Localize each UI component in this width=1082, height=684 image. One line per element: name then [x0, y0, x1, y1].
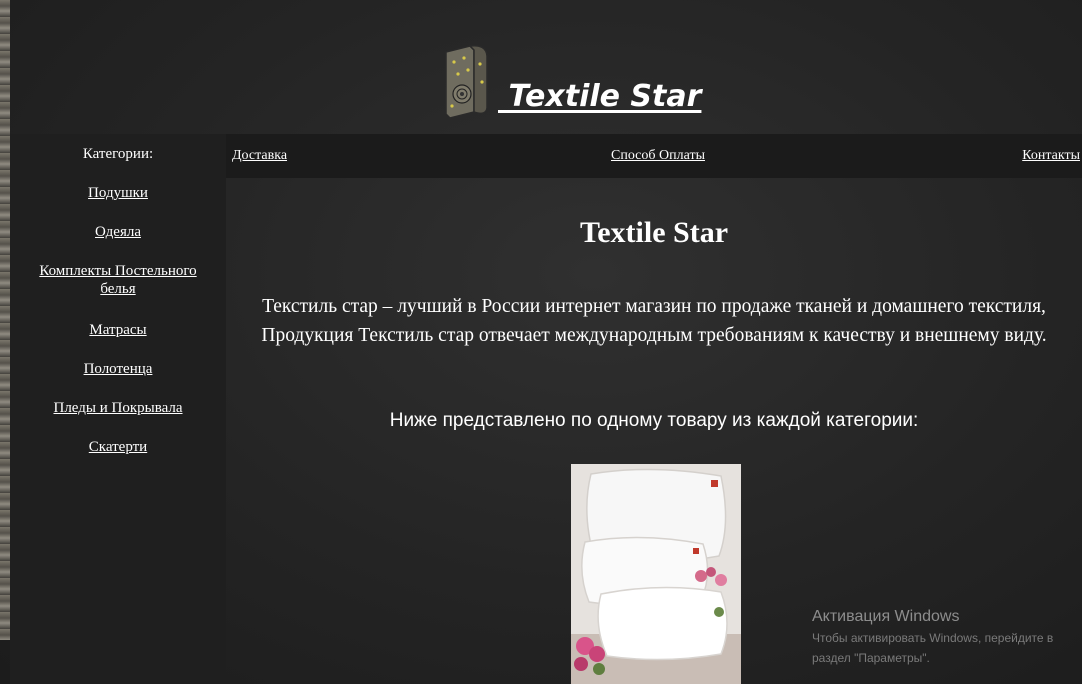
sidebar-item-bedding-sets[interactable]: Комплекты Постельного белья: [10, 262, 226, 298]
sidebar-item-blankets[interactable]: Одеяла: [10, 223, 226, 241]
pillows-illustration: [571, 464, 741, 684]
sidebar-title: Категории:: [82, 146, 154, 162]
watermark-line: Чтобы активировать Windows, перейдите в: [812, 631, 1054, 645]
top-nav: Доставка Способ Оплаты Контакты: [226, 134, 1082, 178]
nav-link-payment[interactable]: Способ Оплаты: [611, 148, 705, 164]
sidebar-item-tablecloths[interactable]: Скатерти: [10, 438, 226, 456]
sidebar-item-label: белья: [100, 281, 136, 297]
watermark-title: Активация Windows: [812, 608, 960, 625]
nav-link-contacts[interactable]: Контакты: [1022, 148, 1080, 164]
products-subheading: Ниже представлено по одному товару из ка…: [389, 410, 919, 431]
sidebar-item-plaids[interactable]: Пледы и Покрывала: [10, 399, 226, 417]
sidebar-item-label: Комплекты Постельного: [39, 263, 197, 279]
logo-link[interactable]: Textile Star: [440, 38, 701, 120]
sidebar-item-pillows[interactable]: Подушки: [10, 184, 226, 202]
intro-line: Продукция Текстиль стар отвечает междуна…: [261, 325, 1047, 346]
site-header: Textile Star: [0, 0, 1082, 132]
intro-line: Текстиль стар – лучший в России интернет…: [262, 296, 1046, 317]
pillows-product-image[interactable]: [571, 464, 741, 684]
page-title: Textile Star: [579, 216, 729, 249]
watermark-line: раздел "Параметры".: [812, 651, 930, 665]
category-sidebar: Категории: Подушки Одеяла Комплекты Пост…: [10, 134, 226, 684]
fabric-roll-icon: [445, 44, 488, 119]
intro-text: Текстиль стар – лучший в России интернет…: [226, 292, 1082, 350]
sidebar-item-mattresses[interactable]: Матрасы: [10, 321, 226, 339]
windows-activation-watermark: Активация Windows Чтобы активировать Win…: [812, 606, 1053, 668]
sidebar-item-towels[interactable]: Полотенца: [10, 360, 226, 378]
logo-text: Textile Star: [498, 79, 702, 114]
nav-link-delivery[interactable]: Доставка: [232, 148, 287, 164]
